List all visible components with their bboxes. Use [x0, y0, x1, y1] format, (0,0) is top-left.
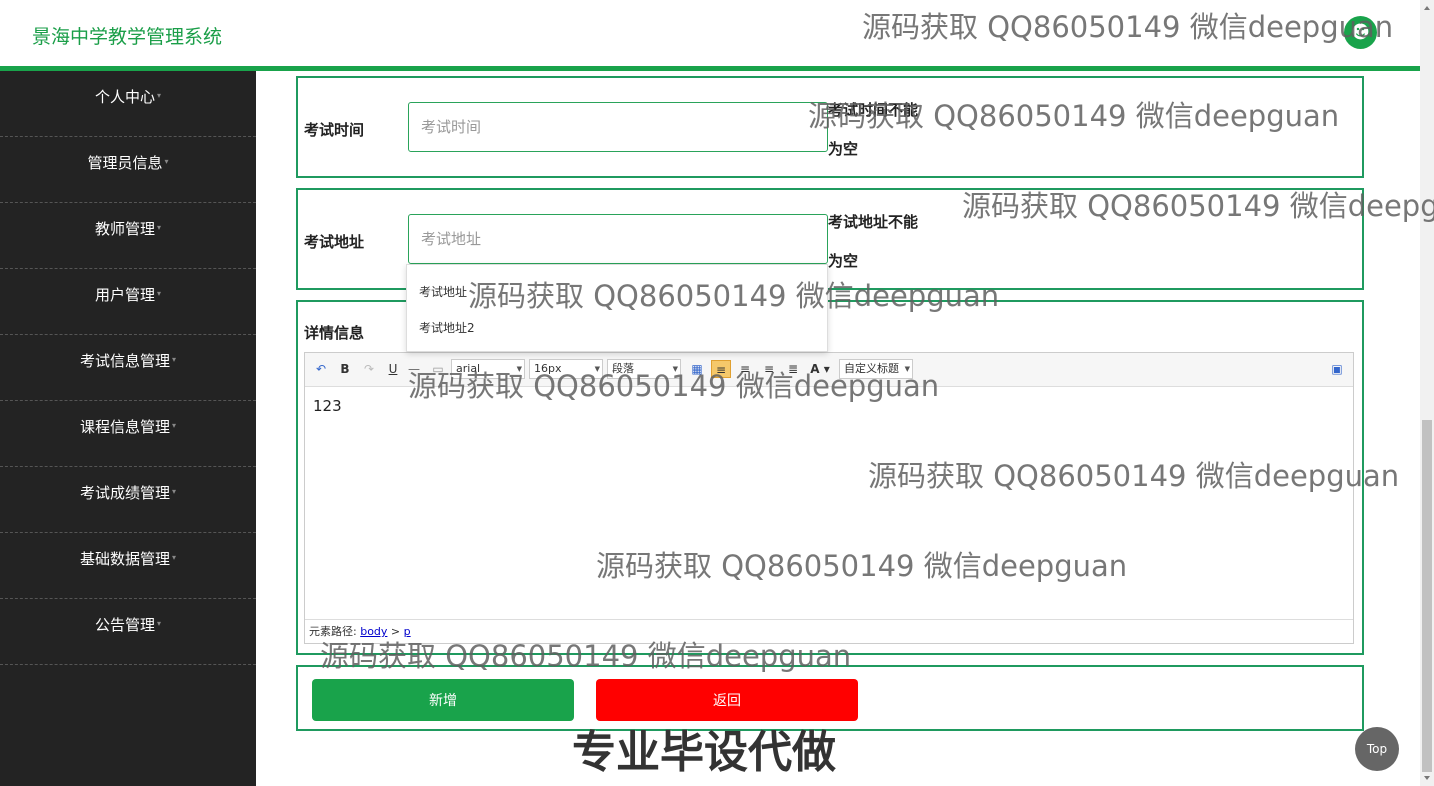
underline-icon[interactable]: U — [385, 360, 401, 378]
align-justify-icon[interactable]: ≣ — [785, 360, 801, 378]
chevron-down-icon: ▾ — [172, 355, 177, 364]
exam-time-input[interactable] — [408, 102, 828, 152]
sidebar-item-exam-score[interactable]: 考试成绩管理 ▾ — [0, 467, 256, 533]
editor-element-path: 元素路径: body > p — [305, 619, 1353, 643]
sidebar-item-label: 管理员信息 — [87, 154, 163, 172]
suggestion-item[interactable]: 考试地址2 — [419, 319, 475, 336]
sidebar: 个人中心 ▾ 管理员信息 ▾ 教师管理 ▾ 用户管理 ▾ 考试信息管理 ▾ 课程信息管理 ▾… — [0, 71, 256, 786]
sidebar-item-label: 公告管理 — [94, 616, 155, 634]
paragraph-select[interactable]: 段落 ▼ — [607, 359, 681, 379]
font-size-select[interactable]: 16px ▼ — [529, 359, 603, 379]
font-family-select[interactable]: arial ▼ — [451, 359, 525, 379]
scroll-up-icon[interactable] — [1424, 6, 1430, 10]
fullscreen-icon[interactable]: ▣ — [1329, 360, 1345, 378]
exam-time-error-cont: 为空 — [828, 140, 859, 158]
exam-address-error: 考试地址不能 — [828, 213, 919, 231]
exam-address-error-cont: 为空 — [828, 252, 859, 270]
page-scrollbar[interactable] — [1420, 0, 1434, 786]
chevron-down-icon: ▼ — [904, 365, 910, 373]
rich-text-editor[interactable]: ↶ B ↷ U — ▭ arial ▼ 16px ▼ 段落 ▼ ▦ ≡ ≡ ≡ ≣ A… — [304, 352, 1354, 644]
sidebar-item-teacher[interactable]: 教师管理 ▾ — [0, 203, 256, 269]
sidebar-item-personal-center[interactable]: 个人中心 ▾ — [0, 71, 256, 137]
sidebar-item-admin-info[interactable]: 管理员信息 ▾ — [0, 137, 256, 203]
redo-icon[interactable]: ↷ — [361, 360, 377, 378]
align-left-icon[interactable]: ≡ — [711, 360, 731, 378]
paragraph-value: 段落 — [612, 362, 634, 375]
align-right-icon[interactable]: ≡ — [761, 360, 777, 378]
watermark-banner: 专业毕设代做 — [572, 727, 836, 778]
suggestion-item[interactable]: 考试地址 — [419, 283, 467, 300]
element-path-separator: > — [387, 625, 404, 638]
scrollbar-thumb[interactable] — [1422, 420, 1432, 772]
sidebar-item-label: 个人中心 — [94, 88, 155, 106]
exam-time-label: 考试时间 — [304, 121, 365, 139]
custom-title-select[interactable]: 自定义标题 ▼ — [839, 359, 913, 379]
sidebar-item-exam-info[interactable]: 考试信息管理 ▾ — [0, 335, 256, 401]
details-label: 详情信息 — [304, 324, 365, 342]
chevron-down-icon: ▼ — [672, 365, 678, 373]
sidebar-item-label: 教师管理 — [94, 220, 155, 238]
element-path-label: 元素路径: — [309, 625, 357, 638]
exam-address-label: 考试地址 — [304, 233, 365, 251]
exam-time-error: 考试时间不能 — [828, 101, 919, 119]
user-icon[interactable]: ☻ — [1344, 16, 1377, 49]
scroll-down-icon[interactable] — [1424, 776, 1430, 780]
chevron-down-icon: ▾ — [172, 421, 177, 430]
chevron-down-icon: ▾ — [172, 487, 177, 496]
paste-icon[interactable]: ▭ — [431, 360, 445, 378]
strikethrough-icon[interactable]: — — [407, 360, 421, 378]
address-suggestion-list: 考试地址 考试地址2 — [406, 264, 828, 352]
font-color-icon[interactable]: A ▾ — [809, 360, 831, 378]
element-path-p-link[interactable]: p — [404, 625, 411, 638]
chevron-down-icon: ▾ — [157, 289, 162, 298]
editor-content[interactable]: 123 — [313, 397, 342, 415]
undo-icon[interactable]: ↶ — [313, 360, 329, 378]
align-center-icon[interactable]: ≡ — [737, 360, 753, 378]
chevron-down-icon: ▾ — [157, 223, 162, 232]
exam-address-input[interactable] — [408, 214, 828, 264]
system-title: 景海中学教学管理系统 — [32, 26, 223, 48]
chevron-down-icon: ▼ — [594, 365, 600, 373]
chevron-down-icon: ▾ — [172, 553, 177, 562]
sidebar-item-label: 基础数据管理 — [79, 550, 170, 568]
editor-toolbar: ↶ B ↷ U — ▭ arial ▼ 16px ▼ 段落 ▼ ▦ ≡ ≡ ≡ ≣ A… — [305, 353, 1353, 387]
table-icon[interactable]: ▦ — [689, 360, 705, 378]
add-button[interactable]: 新增 — [312, 679, 574, 721]
sidebar-item-basic-data[interactable]: 基础数据管理 ▾ — [0, 533, 256, 599]
top-header: 景海中学教学管理系统 ☻ — [0, 0, 1420, 66]
sidebar-item-label: 用户管理 — [94, 286, 155, 304]
sidebar-item-label: 考试成绩管理 — [79, 484, 170, 502]
sidebar-item-notice[interactable]: 公告管理 ▾ — [0, 599, 256, 665]
chevron-down-icon: ▾ — [157, 619, 162, 628]
font-size-value: 16px — [534, 362, 562, 375]
font-family-value: arial — [456, 362, 481, 375]
chevron-down-icon: ▼ — [516, 365, 522, 373]
custom-title-value: 自定义标题 — [844, 362, 899, 375]
bold-icon[interactable]: B — [337, 360, 353, 378]
back-button[interactable]: 返回 — [596, 679, 858, 721]
chevron-down-icon: ▾ — [157, 91, 162, 100]
sidebar-item-label: 课程信息管理 — [79, 418, 170, 436]
element-path-body-link[interactable]: body — [360, 625, 387, 638]
sidebar-item-user[interactable]: 用户管理 ▾ — [0, 269, 256, 335]
details-row: 详情信息 ↶ B ↷ U — ▭ arial ▼ 16px ▼ 段落 ▼ ▦ ≡ ≡ … — [296, 300, 1364, 655]
chevron-down-icon: ▾ — [164, 157, 169, 166]
back-to-top-button[interactable]: Top — [1355, 727, 1399, 771]
sidebar-item-course-info[interactable]: 课程信息管理 ▾ — [0, 401, 256, 467]
sidebar-item-label: 考试信息管理 — [79, 352, 170, 370]
exam-time-row: 考试时间 考试时间不能 为空 — [296, 76, 1364, 178]
